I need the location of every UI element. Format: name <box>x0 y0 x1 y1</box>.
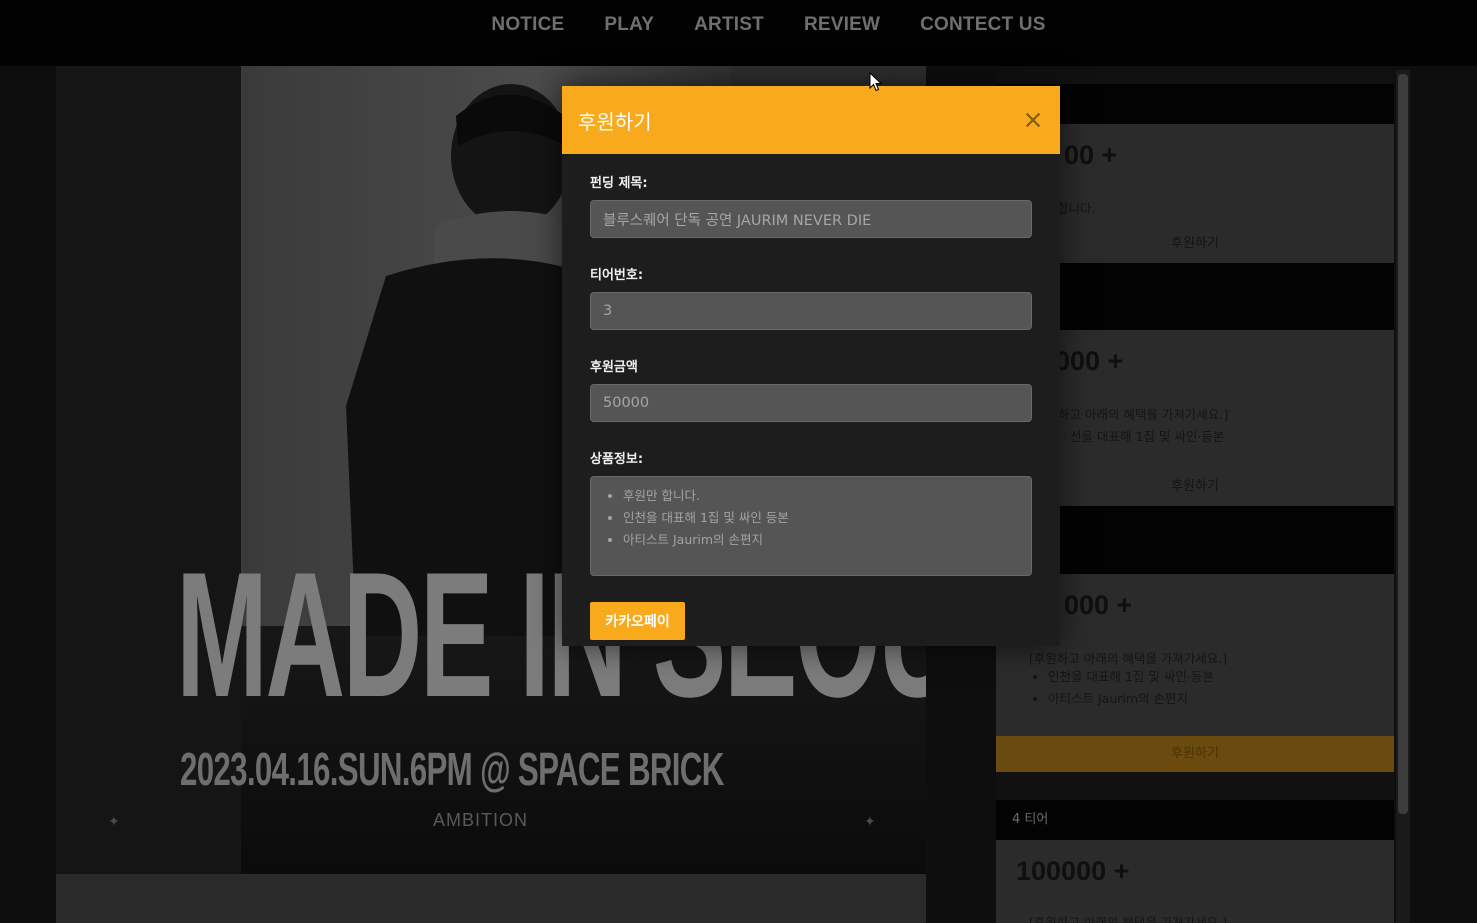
tier-benefit-list: 인천을 대표해 1집 및 싸인·등본 아티스트 Jaurim의 손편지 <box>1030 666 1214 710</box>
funding-title-label: 펀딩 제목: <box>590 176 648 191</box>
tier-amount: 000 + <box>1064 590 1133 620</box>
product-info-item: 후원만 합니다. <box>623 485 1019 507</box>
tier-benefit: 인천을 대표해 1집 및 싸인·등본 <box>1048 666 1214 688</box>
tier-description: 하고 아래의 혜택을 가져가세요.] <box>1058 407 1229 422</box>
tier-description: [후원하고 아래의 혜택을 가져가세요.] <box>1029 915 1228 923</box>
poster-date-line: 2023.04.16.SUN.6PM @ SPACE BRICK <box>180 743 724 795</box>
modal-body: 펀딩 제목: 블루스퀘어 단독 공연 JAURIM NEVER DIE 티어번호… <box>562 154 1060 640</box>
funding-title-field[interactable]: 블루스퀘어 단독 공연 JAURIM NEVER DIE <box>590 200 1032 238</box>
product-info-field[interactable]: 후원만 합니다. 인천을 대표해 1집 및 싸인 등본 아티스트 Jaurim의… <box>590 476 1032 576</box>
page: NOTICE PLAY ARTIST REVIEW CONTECT US MAD… <box>0 0 1477 923</box>
sparkle-icon: ✦ <box>108 814 120 830</box>
nav-notice[interactable]: NOTICE <box>491 14 564 36</box>
tier-donate-button[interactable]: 후원하기 <box>996 736 1394 772</box>
tier-description: [후원하고 아래의 혜택을 가져가세요.] <box>1029 651 1228 666</box>
sparkle-icon: ✦ <box>864 814 876 830</box>
tier-description: 합니다. <box>1057 201 1096 216</box>
product-info-label: 상품정보: <box>590 452 644 467</box>
amount-field[interactable]: 50000 <box>590 384 1032 422</box>
tier-amount: 00 + <box>1064 140 1118 170</box>
mouse-cursor-icon <box>869 72 883 92</box>
kakaopay-button[interactable]: 카카오페이 <box>590 602 685 640</box>
poster-brand-logo: AMBITION <box>433 810 529 830</box>
modal-header: 후원하기 <box>562 86 1060 154</box>
tier-benefit: 선을 대표해 1집 및 싸인·등본 <box>1070 429 1225 444</box>
tier-amount: 100000 + <box>1016 856 1130 886</box>
top-nav: NOTICE PLAY ARTIST REVIEW CONTECT US <box>0 0 1477 66</box>
tier-number-label: 티어번호: <box>590 268 644 283</box>
content-panel <box>56 874 926 923</box>
nav-review[interactable]: REVIEW <box>804 14 880 36</box>
modal-title: 후원하기 <box>578 109 652 134</box>
tier-benefit: 아티스트 Jaurim의 손편지 <box>1048 688 1214 710</box>
tier-amount: 000 + <box>1055 346 1124 376</box>
scrollbar-thumb[interactable] <box>1398 74 1408 814</box>
nav-play[interactable]: PLAY <box>604 14 654 36</box>
tier-number-field[interactable]: 3 <box>590 292 1032 330</box>
donation-modal: 후원하기 펀딩 제목: 블루스퀘어 단독 공연 JAURIM NEVER DIE… <box>562 86 1060 646</box>
amount-label: 후원금액 <box>590 360 638 375</box>
tier-header: 4 티어 <box>996 800 1394 840</box>
nav-artist[interactable]: ARTIST <box>694 14 764 36</box>
product-info-item: 인천을 대표해 1집 및 싸인 등본 <box>623 507 1019 529</box>
nav-contact[interactable]: CONTECT US <box>920 14 1046 36</box>
close-icon[interactable] <box>1022 109 1044 131</box>
product-info-item: 아티스트 Jaurim의 손편지 <box>623 529 1019 551</box>
poster-headline: MADE IN SEOUL <box>176 535 926 734</box>
